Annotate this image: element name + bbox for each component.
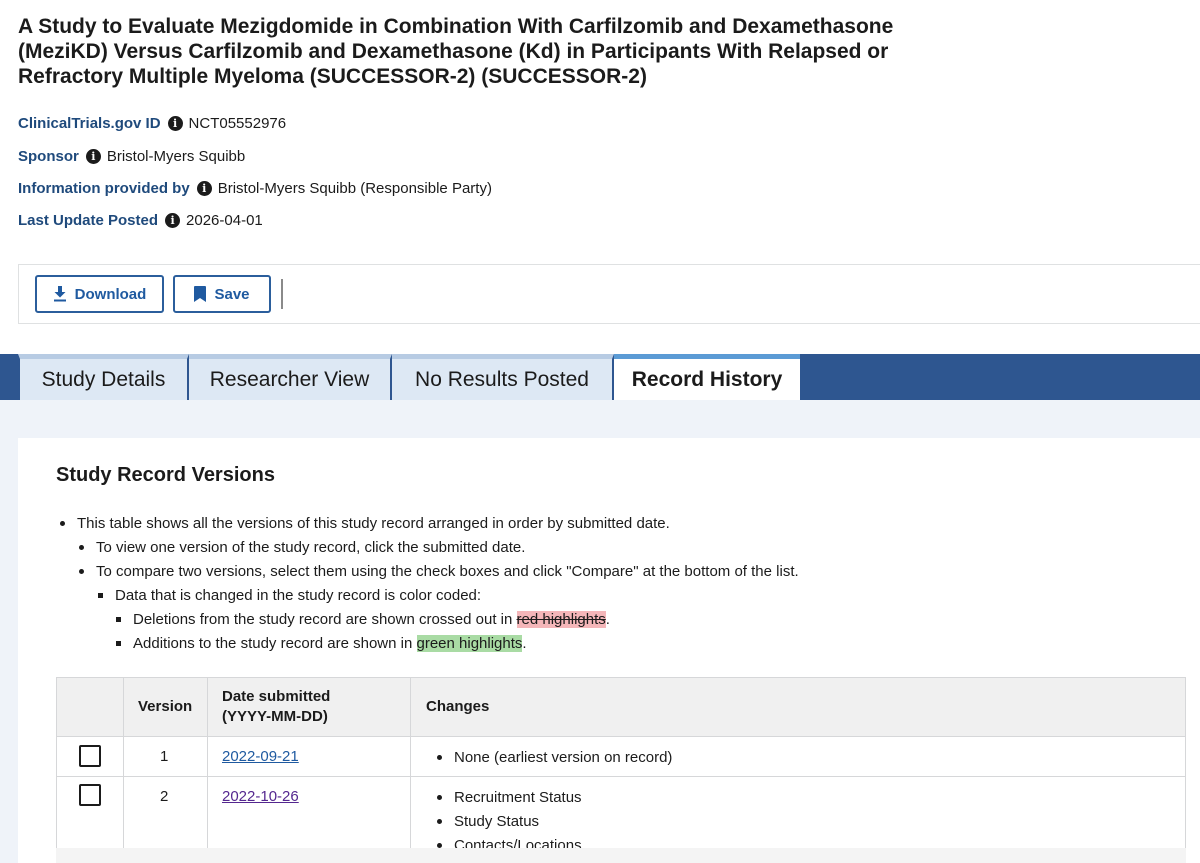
information-provided-value: Bristol-Myers Squibb (Responsible Party) (217, 179, 492, 197)
row-divider (57, 776, 1185, 777)
download-icon (53, 286, 66, 302)
bullet-dot (437, 818, 442, 824)
deletion-highlight: red highlights (516, 610, 606, 628)
info-icon[interactable]: i (165, 212, 181, 228)
bullet-dot (437, 754, 442, 760)
period: . (605, 610, 610, 628)
last-update-label: Last Update Posted (18, 211, 159, 229)
deletion-text: Deletions from the study record are show… (133, 610, 517, 628)
list-item: Additions to the study record are shown … (116, 633, 527, 653)
page-title: A Study to Evaluate Mezigdomide in Combi… (18, 15, 894, 88)
info-icon[interactable]: i (85, 148, 101, 164)
bullet-dot (437, 842, 442, 848)
change-item: None (earliest version on record) (437, 747, 672, 767)
list-item: This table shows all the versions of thi… (60, 513, 670, 533)
column-header-date: Date submitted (YYYY-MM-DD) (222, 687, 330, 727)
section-title: Study Record Versions (56, 464, 275, 486)
list-item: Data that is changed in the study record… (98, 585, 481, 605)
version-number: 1 (160, 748, 169, 765)
study-id-value: NCT05552976 (188, 114, 287, 132)
bullet-dot (79, 544, 84, 550)
sponsor-value: Bristol-Myers Squibb (106, 147, 246, 165)
version-checkbox[interactable] (79, 745, 101, 767)
change-item: Study Status (437, 811, 539, 831)
tab-researcher-view[interactable]: Researcher View (189, 354, 392, 400)
change-item: Recruitment Status (437, 787, 582, 807)
download-button[interactable]: Download (35, 275, 164, 313)
toolbar-divider (281, 279, 283, 309)
version-date-link[interactable]: 2022-10-26 (222, 788, 299, 805)
tab-no-results-posted[interactable]: No Results Posted (392, 354, 614, 400)
table-footer-edge (56, 848, 1186, 863)
tab-record-history[interactable]: Record History (614, 354, 800, 400)
bullet-square (116, 640, 121, 646)
list-item: Deletions from the study record are show… (116, 609, 610, 629)
tip-compare-text: To compare two versions, select them usi… (96, 562, 799, 580)
info-icon[interactable]: i (196, 180, 212, 196)
tip-view-text: To view one version of the study record,… (96, 538, 526, 556)
bullet-dot (79, 568, 84, 574)
change-text: Recruitment Status (454, 788, 582, 806)
save-label: Save (214, 285, 250, 303)
bullet-square (98, 592, 103, 598)
addition-highlight: green highlights (416, 634, 523, 652)
tab-study-details[interactable]: Study Details (18, 354, 189, 400)
version-date-link[interactable]: 2022-09-21 (222, 748, 299, 765)
information-provided-label: Information provided by (18, 179, 190, 197)
addition-text: Additions to the study record are shown … (133, 634, 417, 652)
version-checkbox[interactable] (79, 784, 101, 806)
column-header-version: Version (138, 698, 193, 715)
list-item: To compare two versions, select them usi… (79, 561, 799, 581)
list-item: To view one version of the study record,… (79, 537, 525, 557)
change-text: Study Status (454, 812, 540, 830)
column-header-changes: Changes (426, 698, 490, 715)
action-toolbar: Download Save (18, 264, 1200, 324)
intro-text: This table shows all the versions of thi… (77, 514, 670, 532)
column-divider (207, 678, 208, 862)
download-label: Download (74, 285, 147, 303)
save-button[interactable]: Save (173, 275, 271, 313)
meta-information-provided: Information provided by i Bristol-Myers … (18, 177, 492, 199)
color-note-text: Data that is changed in the study record… (115, 586, 482, 604)
sponsor-label: Sponsor (18, 147, 79, 165)
bookmark-icon (194, 286, 207, 302)
column-header-date-line1: Date submitted (222, 688, 331, 705)
meta-study-id: ClinicalTrials.gov ID i NCT05552976 (18, 112, 286, 134)
tab-bar: Study Details Researcher View No Results… (0, 354, 1200, 400)
bullet-dot (437, 794, 442, 800)
column-divider (123, 678, 124, 862)
info-icon[interactable]: i (167, 115, 183, 131)
bullet-square (116, 616, 121, 622)
versions-table: Version Date submitted (YYYY-MM-DD) Chan… (56, 677, 1186, 863)
bullet-dot (60, 520, 65, 526)
meta-last-update: Last Update Posted i 2026-04-01 (18, 209, 263, 231)
period: . (522, 634, 527, 652)
meta-sponsor: Sponsor i Bristol-Myers Squibb (18, 145, 245, 167)
version-number: 2 (160, 788, 169, 805)
last-update-value: 2026-04-01 (186, 211, 263, 229)
column-header-date-line2: (YYYY-MM-DD) (222, 708, 328, 725)
column-divider (410, 678, 411, 862)
change-text: None (earliest version on record) (454, 748, 673, 766)
study-id-label: ClinicalTrials.gov ID (18, 114, 161, 132)
